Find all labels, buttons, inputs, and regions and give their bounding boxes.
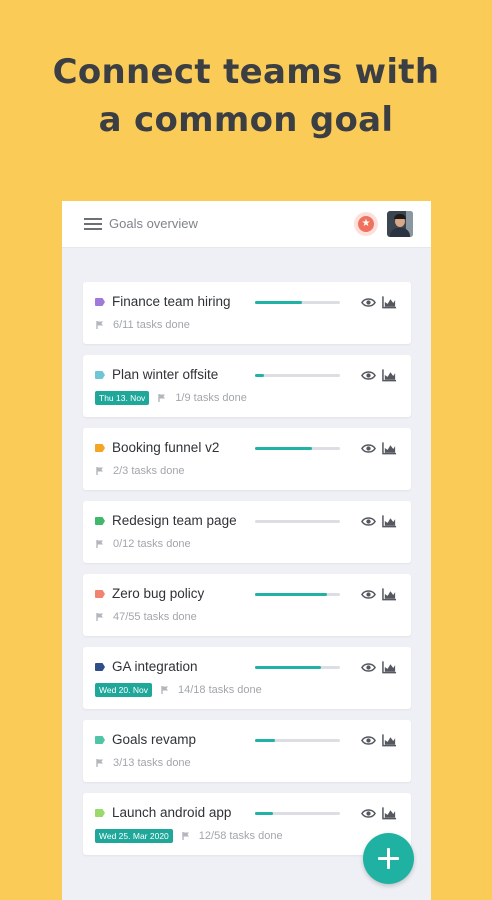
tasks-done-text: 1/9 tasks done bbox=[175, 392, 247, 404]
headline-line-2: a common goal bbox=[98, 100, 394, 140]
goal-progress-bar bbox=[255, 666, 340, 669]
goal-title: Finance team hiring bbox=[112, 294, 231, 309]
tasks-done-text: 2/3 tasks done bbox=[113, 465, 185, 477]
goal-card[interactable]: Launch android app Wed 25. Mar 2020 12/58 … bbox=[83, 793, 411, 855]
goal-meta: 47/55 tasks done bbox=[95, 609, 197, 625]
goal-meta: 3/13 tasks done bbox=[95, 755, 191, 771]
goal-progress-fill bbox=[255, 812, 273, 815]
goal-color-flag-icon bbox=[95, 298, 105, 306]
flag-tasks-icon bbox=[96, 321, 103, 329]
eye-icon[interactable] bbox=[361, 442, 376, 455]
goal-card[interactable]: Finance team hiring 6/11 tasks done bbox=[83, 282, 411, 344]
goal-progress-bar bbox=[255, 301, 340, 304]
eye-icon[interactable] bbox=[361, 369, 376, 382]
goal-meta: 0/12 tasks done bbox=[95, 536, 191, 552]
goal-color-flag-icon bbox=[95, 590, 105, 598]
goal-card[interactable]: Goals revamp 3/13 tasks done bbox=[83, 720, 411, 782]
tasks-done-text: 3/13 tasks done bbox=[113, 757, 191, 769]
goal-meta: 6/11 tasks done bbox=[95, 317, 190, 333]
app-bar: Goals overview ★ bbox=[62, 201, 431, 248]
goal-progress-fill bbox=[255, 593, 328, 596]
eye-icon[interactable] bbox=[361, 734, 376, 747]
headline: Connect teams with a common goal bbox=[0, 48, 492, 144]
goal-progress-bar bbox=[255, 593, 340, 596]
eye-icon[interactable] bbox=[361, 296, 376, 309]
goal-progress-fill bbox=[255, 739, 275, 742]
goal-card[interactable]: Zero bug policy 47/55 tasks done bbox=[83, 574, 411, 636]
app-screen: Goals overview ★ Finance team hiring 6/11… bbox=[62, 201, 431, 900]
eye-icon[interactable] bbox=[361, 588, 376, 601]
due-date-tag: Wed 20. Nov bbox=[95, 683, 152, 697]
goal-meta: Wed 25. Mar 2020 12/58 tasks done bbox=[95, 828, 283, 844]
goal-progress-fill bbox=[255, 666, 322, 669]
goal-meta: 2/3 tasks done bbox=[95, 463, 185, 479]
star-badge-icon[interactable]: ★ bbox=[354, 212, 378, 236]
goal-title: GA integration bbox=[112, 659, 198, 674]
tasks-done-text: 14/18 tasks done bbox=[177, 684, 262, 696]
bar-chart-icon[interactable] bbox=[382, 587, 397, 601]
goal-color-flag-icon bbox=[95, 517, 105, 525]
flag-tasks-icon bbox=[96, 540, 103, 548]
flag-tasks-icon bbox=[161, 686, 168, 694]
bar-chart-icon[interactable] bbox=[382, 733, 397, 747]
goal-progress-fill bbox=[255, 301, 302, 304]
goal-title: Plan winter offsite bbox=[112, 367, 219, 382]
due-date-tag: Wed 25. Mar 2020 bbox=[95, 829, 173, 843]
bar-chart-icon[interactable] bbox=[382, 295, 397, 309]
goal-card[interactable]: Redesign team page 0/12 tasks done bbox=[83, 501, 411, 563]
goal-title: Redesign team page bbox=[112, 513, 237, 528]
user-avatar[interactable] bbox=[387, 211, 413, 237]
goal-card[interactable]: Booking funnel v2 2/3 tasks done bbox=[83, 428, 411, 490]
goal-progress-bar bbox=[255, 447, 340, 450]
goal-title: Launch android app bbox=[112, 805, 232, 820]
goal-card[interactable]: GA integration Wed 20. Nov 14/18 tasks don… bbox=[83, 647, 411, 709]
goal-color-flag-icon bbox=[95, 444, 105, 452]
bar-chart-icon[interactable] bbox=[382, 806, 397, 820]
app-bar-title: Goals overview bbox=[109, 216, 198, 231]
tasks-done-text: 6/11 tasks done bbox=[113, 319, 190, 331]
goal-progress-bar bbox=[255, 520, 340, 523]
goal-card[interactable]: Plan winter offsite Thu 13. Nov 1/9 tasks … bbox=[83, 355, 411, 417]
headline-line-1: Connect teams with bbox=[52, 52, 440, 92]
goal-progress-bar bbox=[255, 739, 340, 742]
goal-progress-fill bbox=[255, 447, 312, 450]
bar-chart-icon[interactable] bbox=[382, 441, 397, 455]
goal-meta: Wed 20. Nov 14/18 tasks done bbox=[95, 682, 262, 698]
eye-icon[interactable] bbox=[361, 807, 376, 820]
goal-progress-fill bbox=[255, 374, 265, 377]
eye-icon[interactable] bbox=[361, 661, 376, 674]
hamburger-menu-icon[interactable] bbox=[84, 218, 102, 231]
goal-meta: Thu 13. Nov 1/9 tasks done bbox=[95, 390, 247, 406]
goal-color-flag-icon bbox=[95, 736, 105, 744]
goal-progress-bar bbox=[255, 374, 340, 377]
goal-progress-bar bbox=[255, 812, 340, 815]
eye-icon[interactable] bbox=[361, 515, 376, 528]
tasks-done-text: 47/55 tasks done bbox=[113, 611, 197, 623]
flag-tasks-icon bbox=[96, 467, 103, 475]
due-date-tag: Thu 13. Nov bbox=[95, 391, 150, 405]
goal-color-flag-icon bbox=[95, 809, 105, 817]
goal-title: Goals revamp bbox=[112, 732, 197, 747]
tasks-done-text: 12/58 tasks done bbox=[198, 830, 283, 842]
bar-chart-icon[interactable] bbox=[382, 514, 397, 528]
bar-chart-icon[interactable] bbox=[382, 368, 397, 382]
bar-chart-icon[interactable] bbox=[382, 660, 397, 674]
flag-tasks-icon bbox=[96, 613, 103, 621]
add-goal-button[interactable] bbox=[363, 833, 414, 884]
goal-title: Zero bug policy bbox=[112, 586, 205, 601]
tasks-done-text: 0/12 tasks done bbox=[113, 538, 191, 550]
flag-tasks-icon bbox=[96, 759, 103, 767]
flag-tasks-icon bbox=[182, 832, 189, 840]
goal-color-flag-icon bbox=[95, 371, 105, 379]
goal-title: Booking funnel v2 bbox=[112, 440, 220, 455]
goal-color-flag-icon bbox=[95, 663, 105, 671]
flag-tasks-icon bbox=[158, 394, 166, 402]
